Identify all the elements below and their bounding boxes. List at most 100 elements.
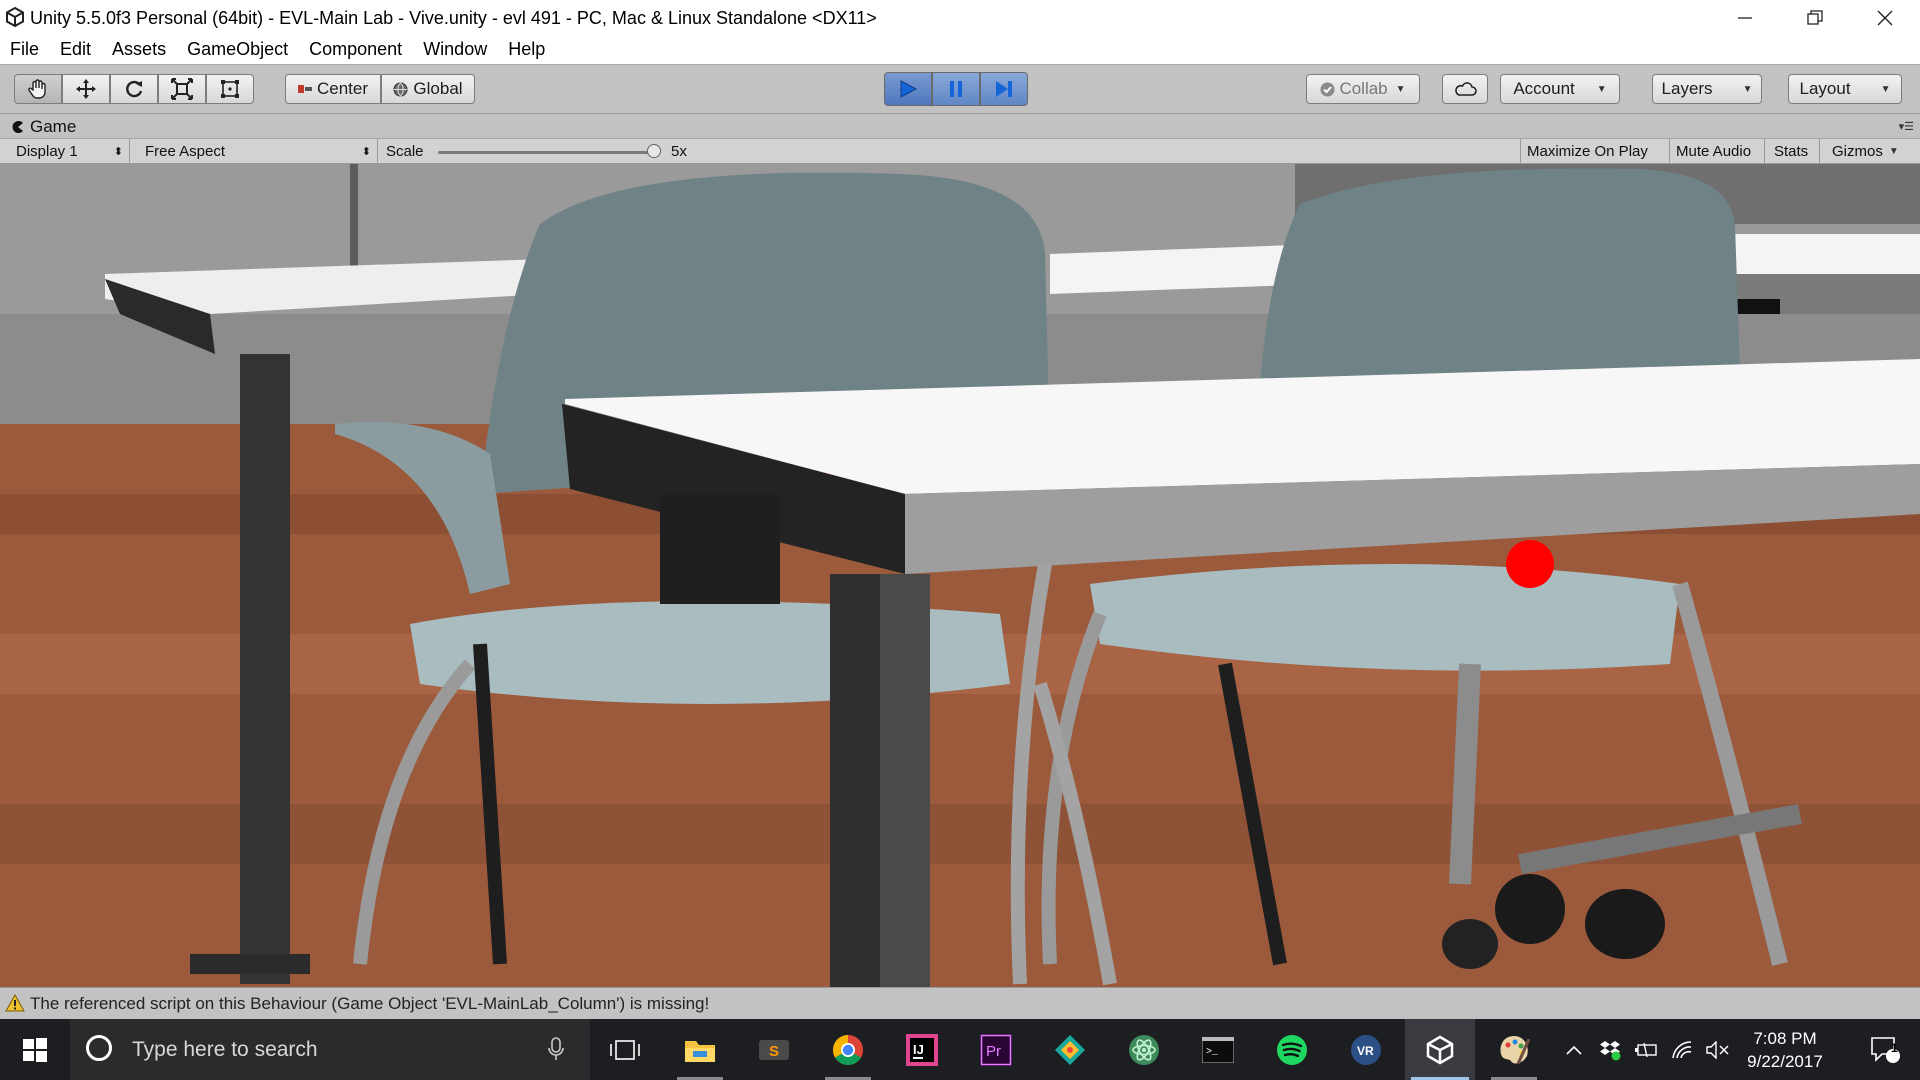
restore-button[interactable] — [1780, 0, 1850, 36]
folder-icon — [685, 1040, 715, 1062]
collab-dropdown[interactable]: Collab ▼ — [1306, 74, 1420, 104]
move-icon — [76, 79, 96, 99]
play-button[interactable] — [884, 72, 932, 106]
close-icon — [1877, 10, 1893, 26]
close-button[interactable] — [1850, 0, 1920, 36]
aspect-label: Free Aspect — [145, 142, 226, 160]
sublime-text-app[interactable]: S — [739, 1019, 809, 1080]
move-tool-button[interactable] — [62, 74, 110, 104]
pivot-global-label: Global — [413, 79, 463, 98]
aspect-dropdown[interactable]: Free Aspect ⬍ — [130, 139, 378, 163]
table-front-leg-highlight — [880, 574, 930, 987]
pivot-global-button[interactable]: Global — [381, 74, 475, 104]
search-placeholder: Type here to search — [132, 1038, 318, 1061]
restore-icon — [1807, 10, 1823, 25]
chair-caster-2 — [1585, 889, 1665, 959]
intellij-app[interactable]: IJ — [887, 1019, 957, 1080]
updown-arrow-icon: ⬍ — [113, 145, 123, 158]
paint-palette-icon — [1500, 1035, 1530, 1065]
table-front-bracket — [660, 494, 780, 604]
mute-audio-toggle[interactable]: Mute Audio — [1670, 139, 1765, 163]
start-button[interactable] — [0, 1019, 70, 1080]
wall-pillar — [350, 164, 358, 274]
menu-gameobject[interactable]: GameObject — [187, 36, 288, 64]
gaze-reticle — [1506, 540, 1554, 588]
menu-window[interactable]: Window — [423, 36, 487, 64]
chrome-app[interactable] — [813, 1019, 883, 1080]
dropbox-tray-icon[interactable] — [1592, 1039, 1628, 1061]
scale-tool-button[interactable] — [158, 74, 206, 104]
chair-right-back — [1260, 168, 1740, 384]
pivot-center-button[interactable]: Center — [285, 74, 381, 104]
game-tab-label: Game — [30, 117, 77, 136]
maximize-on-play-toggle[interactable]: Maximize On Play — [1520, 139, 1670, 163]
taskbar-clock[interactable]: 7:08 PM 9/22/2017 — [1730, 1027, 1840, 1073]
title-bar: Unity 5.5.0f3 Personal (64bit) - EVL-Mai… — [0, 0, 1920, 36]
display-dropdown[interactable]: Display 1 ⬍ — [0, 139, 130, 163]
dropdown-arrow-icon: ▼ — [1880, 83, 1891, 95]
file-explorer-app[interactable] — [665, 1019, 735, 1080]
vr-app[interactable]: VR — [1331, 1019, 1401, 1080]
sublime-icon: S — [759, 1039, 789, 1060]
unity-app[interactable] — [1405, 1019, 1475, 1080]
layout-dropdown[interactable]: Layout ▼ — [1788, 74, 1902, 104]
atom-icon — [1129, 1034, 1159, 1065]
menu-edit[interactable]: Edit — [60, 36, 91, 64]
paint-app[interactable] — [1479, 1019, 1549, 1080]
pause-button[interactable] — [932, 72, 980, 106]
atom-app[interactable] — [1109, 1019, 1179, 1080]
scale-slider-thumb[interactable] — [647, 144, 661, 158]
wifi-tray-icon[interactable] — [1664, 1040, 1700, 1059]
game-view-toolbar: Display 1 ⬍ Free Aspect ⬍ Scale 5x Maxim… — [0, 138, 1920, 164]
clock-time: 7:08 PM — [1753, 1029, 1817, 1048]
rect-tool-button[interactable] — [206, 74, 254, 104]
status-message: The referenced script on this Behaviour … — [30, 994, 710, 1013]
game-view-header: Game ▾☰ — [0, 114, 1920, 138]
gitkraken-app[interactable] — [1035, 1019, 1105, 1080]
game-tab[interactable]: Game — [12, 117, 76, 137]
dropdown-arrow-icon: ▼ — [1596, 83, 1607, 95]
menu-component[interactable]: Component — [309, 36, 402, 64]
taskbar-search-box[interactable]: Type here to search — [70, 1019, 590, 1080]
minimize-button[interactable] — [1710, 0, 1780, 36]
panel-menu-icon[interactable]: ▾☰ — [1899, 120, 1914, 133]
window-title: Unity 5.5.0f3 Personal (64bit) - EVL-Mai… — [30, 8, 877, 28]
spotify-app[interactable] — [1257, 1019, 1327, 1080]
menu-bar: File Edit Assets GameObject Component Wi… — [0, 36, 1920, 64]
battery-tray-icon[interactable] — [1628, 1042, 1664, 1058]
layers-dropdown[interactable]: Layers ▼ — [1652, 74, 1762, 104]
dropdown-arrow-icon: ▼ — [1888, 145, 1899, 157]
svg-text:Pr: Pr — [986, 1043, 1001, 1060]
stats-toggle[interactable]: Stats — [1765, 139, 1820, 163]
show-hidden-icons-button[interactable] — [1556, 1045, 1592, 1055]
menu-assets[interactable]: Assets — [112, 36, 166, 64]
action-center-button[interactable]: 1 — [1850, 1019, 1920, 1080]
terminal-icon: >_ — [1202, 1036, 1234, 1063]
scale-slider-track[interactable] — [438, 151, 658, 154]
vr-icon: VR — [1351, 1034, 1381, 1065]
menu-help[interactable]: Help — [508, 36, 545, 64]
hand-tool-button[interactable] — [14, 74, 62, 104]
terminal-app[interactable]: >_ — [1183, 1019, 1253, 1080]
game-viewport[interactable] — [0, 164, 1920, 987]
pivot-icon — [297, 85, 312, 93]
microphone-icon[interactable] — [548, 1037, 564, 1061]
task-view-button[interactable] — [590, 1019, 660, 1080]
menu-file[interactable]: File — [10, 36, 39, 64]
rotate-tool-button[interactable] — [110, 74, 158, 104]
checkmark-icon — [1320, 82, 1335, 96]
cortana-icon — [86, 1035, 112, 1061]
step-button[interactable] — [980, 72, 1028, 106]
table-left-leg — [240, 354, 290, 984]
table-left-leg-foot — [190, 954, 310, 974]
pivot-center-label: Center — [316, 79, 369, 98]
cloud-button[interactable] — [1442, 74, 1488, 104]
gizmos-label: Gizmos — [1832, 142, 1883, 160]
account-dropdown[interactable]: Account ▼ — [1500, 74, 1620, 104]
gizmos-dropdown[interactable]: Gizmos ▼ — [1820, 139, 1920, 163]
dropdown-arrow-icon: ▼ — [1742, 83, 1753, 95]
console-status-bar[interactable]: The referenced script on this Behaviour … — [0, 987, 1920, 1019]
rect-tool-icon — [221, 80, 239, 98]
premiere-pro-app[interactable]: Pr — [961, 1019, 1031, 1080]
volume-muted-icon — [1706, 1040, 1729, 1059]
